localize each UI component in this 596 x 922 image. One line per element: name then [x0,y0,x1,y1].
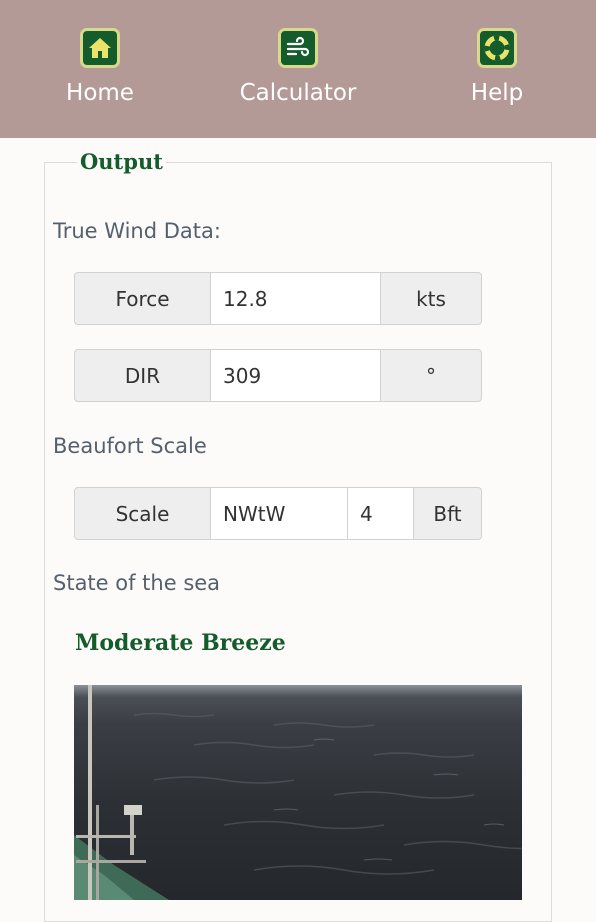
force-unit: kts [380,272,482,325]
dir-label: DIR [74,349,211,402]
nav-help[interactable]: Help [407,28,587,108]
dir-value-field[interactable]: 309 [211,349,380,402]
scale-label: Scale [74,487,211,540]
scale-direction-field[interactable]: NWtW [211,487,347,540]
output-legend: Output [77,147,166,177]
force-row: Force 12.8 kts [74,272,482,325]
scale-value-field[interactable]: 4 [347,487,413,540]
force-value-field[interactable]: 12.8 [211,272,380,325]
sea-state-photo [74,685,522,900]
true-wind-label: True Wind Data: [53,219,221,243]
nav-home[interactable]: Home [10,28,190,108]
lifebuoy-icon [477,28,517,68]
beaufort-label: Beaufort Scale [53,434,207,458]
force-label: Force [74,272,211,325]
scale-unit: Bft [413,487,482,540]
top-nav-bar: Home Calculator Help [0,0,596,138]
home-icon [80,28,120,68]
sea-state-label: State of the sea [53,571,221,595]
sea-state-title: Moderate Breeze [75,630,286,656]
dir-row: DIR 309 ° [74,349,482,402]
nav-help-label: Help [470,80,524,106]
nav-home-label: Home [66,80,134,106]
wind-icon [278,28,318,68]
dir-unit: ° [380,349,482,402]
nav-calculator[interactable]: Calculator [208,28,388,108]
scale-row: Scale NWtW 4 Bft [74,487,482,540]
nav-calculator-label: Calculator [239,80,357,106]
